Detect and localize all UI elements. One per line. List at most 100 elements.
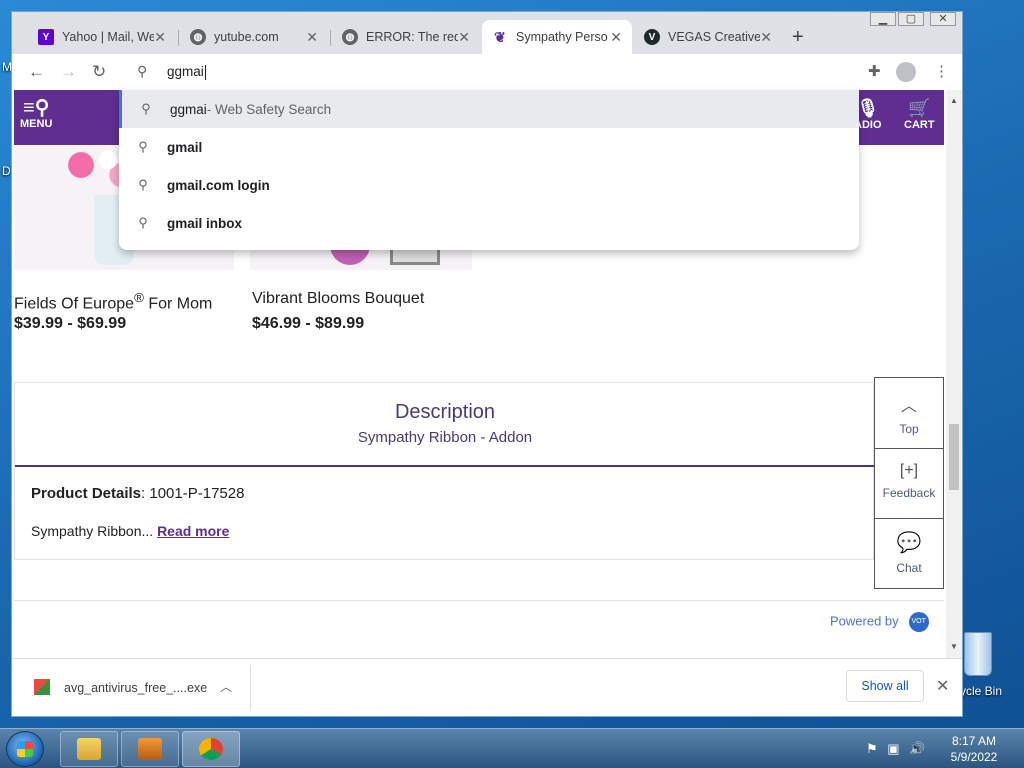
start-button[interactable] (6, 731, 44, 767)
taskbar-chrome[interactable] (182, 731, 240, 767)
cart-icon: 🛒 (908, 98, 931, 118)
extensions-icon[interactable]: ✚ (868, 62, 881, 80)
description-snippet: Sympathy Ribbon... (31, 523, 154, 539)
tab-yutube[interactable]: ◍ yutube.com ✕ (180, 20, 328, 54)
window-controls: ▁ ▢ ✕ (868, 12, 956, 26)
tab-strip: Y Yahoo | Mail, We ✕ ◍ yutube.com ✕ ◍ ER… (12, 12, 962, 54)
network-icon[interactable]: ▣ (887, 741, 899, 756)
page-scrollbar[interactable]: ▲ ▼ (946, 90, 962, 658)
feedback-button[interactable]: [+] Feedback (875, 462, 943, 500)
powered-by-badge-icon: VOT (908, 612, 929, 632)
clock-date: 5/9/2022 (950, 750, 998, 764)
tab-title: Yahoo | Mail, We (62, 30, 154, 44)
tab-vegas[interactable]: V VEGAS Creative ✕ (634, 20, 782, 54)
close-icon[interactable]: ✕ (610, 29, 622, 46)
close-icon[interactable]: ✕ (154, 29, 166, 46)
floating-side-panel: ︿ Top [+] Feedback 💬 Chat (874, 377, 944, 589)
suggestion-item[interactable]: ⚲ gmail.com login (119, 166, 859, 204)
back-icon[interactable]: ← (28, 62, 45, 82)
suggestion-item[interactable]: ⚲ ggmai - Web Safety Search (119, 90, 859, 128)
globe-icon: ◍ (342, 29, 358, 45)
site-menu-button[interactable]: ≡⚲ MENU (20, 98, 52, 130)
suggestion-item[interactable]: ⚲ gmail (119, 128, 859, 166)
volume-icon[interactable]: 🔊 (909, 741, 925, 756)
feedback-icon: [+] (899, 462, 919, 479)
tab-title: VEGAS Creative (668, 30, 760, 44)
cart-button[interactable]: 🛒 CART (904, 98, 935, 131)
download-filename[interactable]: avg_antivirus_free_....exe (64, 681, 207, 695)
chrome-icon (199, 738, 223, 760)
tab-title: yutube.com (214, 30, 279, 44)
scroll-down-arrow-icon[interactable]: ▼ (950, 642, 958, 651)
omnibox-suggestions: ⚲ ggmai - Web Safety Search ⚲ gmail ⚲ gm… (119, 90, 859, 250)
tab-yahoo[interactable]: Y Yahoo | Mail, We ✕ (28, 20, 176, 54)
scroll-up-arrow-icon[interactable]: ▲ (950, 96, 958, 105)
address-bar[interactable]: ⚲ ggmai (119, 54, 859, 90)
scroll-top-button[interactable]: ︿ Top (875, 392, 943, 436)
address-input[interactable]: ggmai (167, 64, 206, 80)
suggestion-text: gmail inbox (167, 215, 243, 231)
chat-bubble-icon: 💬 (896, 532, 922, 554)
minimize-button[interactable]: ▁ (870, 12, 896, 26)
search-icon: ⚲ (138, 215, 148, 230)
reload-icon[interactable]: ↻ (92, 62, 106, 82)
maximize-button[interactable]: ▢ (898, 12, 924, 26)
tab-title: ERROR: The requ (366, 30, 458, 44)
suggestion-text: gmail.com login (167, 177, 270, 193)
suggestion-text: gmail (167, 139, 203, 155)
product-name[interactable]: Fields Of Europe® For Mom (14, 290, 212, 313)
product-price: $39.99 - $69.99 (14, 315, 127, 332)
search-icon: ⚲ (137, 63, 148, 79)
recycle-bin[interactable]: ycle Bin (956, 628, 1024, 698)
description-divider (15, 465, 875, 467)
system-tray: ⚑ ▣ 🔊 (866, 741, 925, 757)
forward-icon[interactable]: → (60, 62, 77, 82)
close-icon[interactable]: ✕ (936, 676, 949, 696)
product-details: Product Details: 1001-P-17528 (31, 485, 244, 502)
product-price: $46.99 - $89.99 (252, 315, 365, 332)
chat-button[interactable]: 💬 Chat (875, 530, 943, 575)
chevron-up-icon[interactable]: ︿ (220, 678, 232, 695)
product-details-label: Product Details (31, 485, 142, 502)
menu-label: MENU (20, 118, 53, 130)
tab-sympathy[interactable]: ❦ Sympathy Perso ✕ (482, 20, 632, 54)
close-icon[interactable]: ✕ (458, 29, 470, 46)
section-divider (14, 600, 944, 601)
avg-file-icon (34, 679, 50, 695)
scroll-thumb[interactable] (949, 424, 959, 490)
description-title: Description (394, 401, 496, 423)
address-input-value: ggmai (167, 64, 204, 79)
desktop-icon-label: D (2, 164, 11, 178)
close-icon[interactable]: ✕ (306, 29, 318, 46)
vegas-icon: V (644, 29, 660, 45)
close-icon[interactable]: ✕ (760, 29, 772, 46)
search-icon: ⚲ (138, 139, 148, 154)
media-player-icon (138, 738, 162, 760)
read-more-link[interactable]: Read more (157, 523, 229, 539)
panel-divider (875, 518, 943, 519)
tab-separator (178, 30, 179, 46)
tab-error[interactable]: ◍ ERROR: The requ ✕ (332, 20, 480, 54)
show-all-button[interactable]: Show all (846, 670, 924, 702)
download-shelf: avg_antivirus_free_....exe ︿ Show all ✕ (12, 658, 962, 716)
suggestion-hint: - Web Safety Search (206, 101, 332, 117)
taskbar-media-player[interactable] (121, 731, 179, 767)
action-center-flag-icon[interactable]: ⚑ (866, 741, 878, 756)
product-name-text: Fields Of Europe (14, 295, 135, 313)
taskbar-explorer[interactable] (60, 731, 118, 767)
clock-time: 8:17 AM (951, 734, 997, 748)
powered-by[interactable]: Powered by VOT (830, 612, 929, 632)
flower-icon: ❦ (494, 28, 506, 45)
profile-icon[interactable] (896, 62, 916, 82)
suggestion-text: ggmai (170, 101, 207, 117)
taskbar: ⚑ ▣ 🔊 8:17 AM 5/9/2022 (0, 728, 1024, 768)
search-icon: ⚲ (141, 101, 151, 116)
window-close-button[interactable]: ✕ (930, 12, 956, 26)
registered-mark: ® (134, 290, 144, 305)
product-name[interactable]: Vibrant Blooms Bouquet (252, 290, 424, 308)
menu-kebab-icon[interactable]: ⋮ (934, 62, 949, 80)
clock[interactable]: 8:17 AM 5/9/2022 (944, 733, 1004, 765)
new-tab-button[interactable]: + (792, 26, 804, 49)
chat-label: Chat (896, 561, 922, 575)
suggestion-item[interactable]: ⚲ gmail inbox (119, 204, 859, 242)
